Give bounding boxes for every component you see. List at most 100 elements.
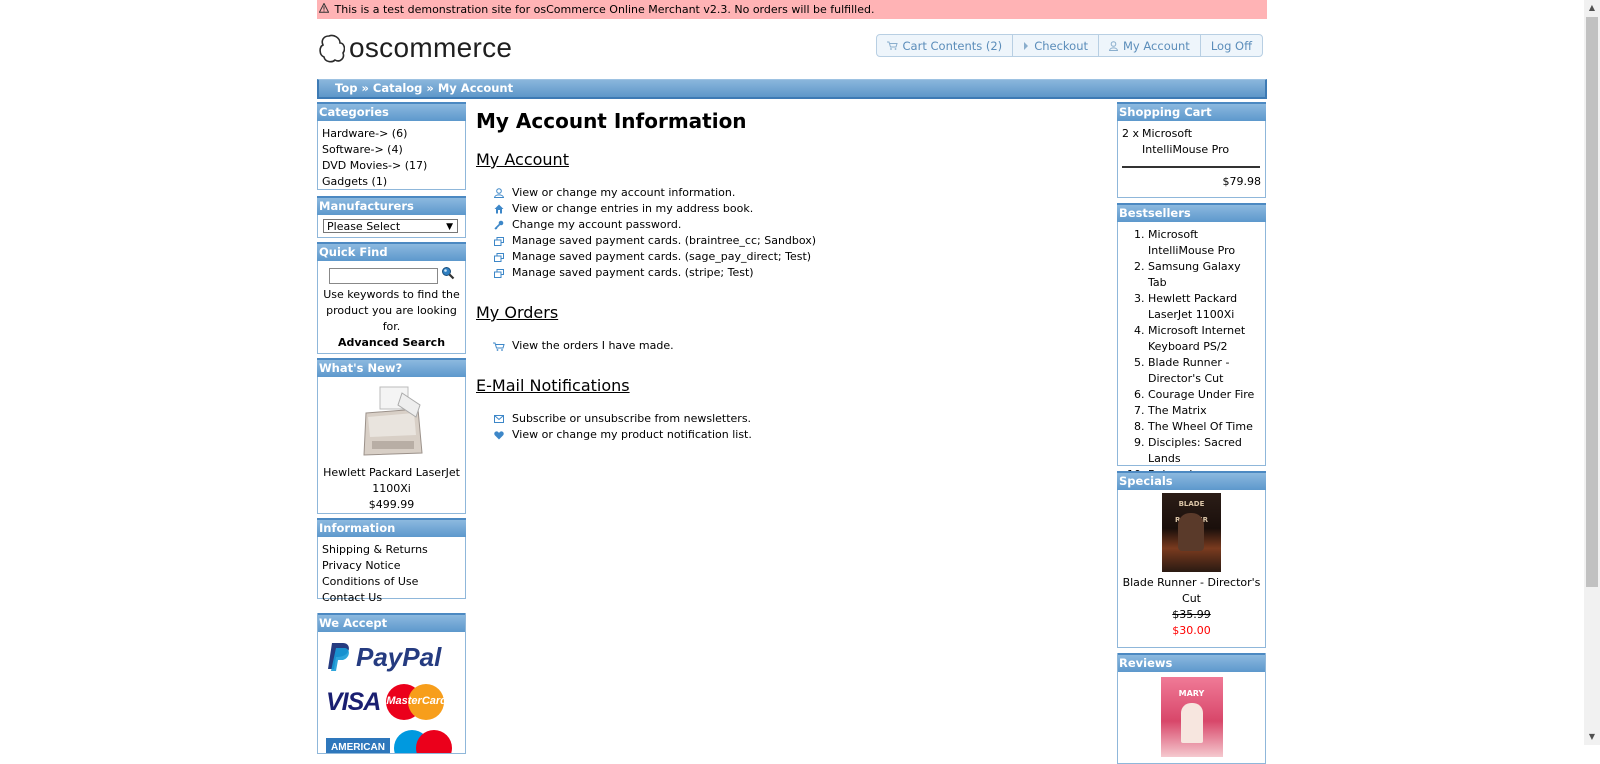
demo-notice-text: This is a test demonstration site for os… [334, 3, 875, 16]
quick-find-title: Quick Find [317, 242, 466, 261]
bestseller-item[interactable]: The Wheel Of Time [1148, 419, 1261, 435]
bestseller-item[interactable]: Microsoft Internet Keyboard PS/2 [1148, 323, 1261, 355]
paypal-logo: PayPal [326, 640, 461, 674]
list-item[interactable]: Subscribe or unsubscribe from newsletter… [476, 411, 1116, 427]
bestseller-item[interactable]: Blade Runner - Director's Cut [1148, 355, 1261, 387]
specials-new-price: $30.00 [1172, 624, 1211, 637]
bestseller-item[interactable]: Hewlett Packard LaserJet 1100Xi [1148, 291, 1261, 323]
log-off-button[interactable]: Log Off [1201, 35, 1262, 56]
reviews-box: Reviews MARY [1117, 653, 1266, 764]
bestseller-item[interactable]: The Matrix [1148, 403, 1261, 419]
cart-contents-button[interactable]: Cart Contents (2) [877, 35, 1014, 56]
list-item[interactable]: Change my account password. [476, 217, 1116, 233]
bestsellers-list: Microsoft IntelliMouse Pro Samsung Galax… [1118, 222, 1265, 483]
account-links-list: View or change my account information. V… [476, 185, 1116, 281]
list-item[interactable]: View or change my account information. [476, 185, 1116, 201]
category-link[interactable]: Software-> (4) [322, 142, 461, 158]
information-title: Information [317, 518, 466, 537]
list-item[interactable]: View or change entries in my address boo… [476, 201, 1116, 217]
manufacturers-select[interactable]: Please Select ▼ [323, 219, 458, 233]
specials-old-price: $35.99 [1172, 608, 1211, 621]
shopping-cart-title: Shopping Cart [1117, 102, 1266, 121]
specials-product-name[interactable]: Blade Runner - Director's Cut [1122, 575, 1261, 607]
manufacturers-title: Manufacturers [317, 196, 466, 215]
orders-links-list: View the orders I have made. [476, 338, 1116, 354]
page-scrollbar[interactable]: ▲ ▼ [1584, 0, 1600, 745]
bestseller-item[interactable]: Microsoft IntelliMouse Pro [1148, 227, 1261, 259]
reviews-poster-text: MARY [1178, 689, 1205, 698]
category-link[interactable]: DVD Movies-> (17) [322, 158, 461, 174]
advanced-search-link[interactable]: Advanced Search [322, 335, 461, 351]
amex-label: AMERICAN [331, 742, 385, 753]
newwin-icon [493, 252, 505, 262]
scrollbar-thumb[interactable] [1586, 17, 1598, 587]
person-icon [493, 188, 505, 198]
list-item[interactable]: Manage saved payment cards. (sage_pay_di… [476, 249, 1116, 265]
information-box: Information Shipping & Returns Privacy N… [317, 518, 466, 604]
categories-box: Categories Hardware-> (6) Software-> (4)… [317, 102, 466, 190]
whats-new-box: What's New? Hewlett Packard LaserJet 110… [317, 358, 466, 514]
payment-cards-link: Manage saved payment cards. (stripe; Tes… [512, 266, 754, 279]
dropdown-arrow-icon: ▼ [446, 222, 453, 232]
search-icon[interactable] [441, 266, 455, 280]
cart-contents-label: Cart Contents (2) [902, 38, 1003, 53]
payment-cards-link: Manage saved payment cards. (braintree_c… [512, 234, 817, 247]
checkout-label: Checkout [1034, 38, 1088, 53]
payment-cards-link: Manage saved payment cards. (sage_pay_di… [512, 250, 812, 263]
bestseller-item[interactable]: Disciples: Sacred Lands [1148, 435, 1261, 467]
amex-logo: AMERICAN [326, 738, 390, 753]
bestsellers-box: Bestsellers Microsoft IntelliMouse Pro S… [1117, 203, 1266, 481]
heart-icon [493, 430, 505, 440]
my-orders-heading: My Orders [476, 303, 559, 322]
store-logo[interactable]: oscommerce [319, 30, 512, 66]
we-accept-title: We Accept [318, 613, 465, 632]
newwin-icon [493, 236, 505, 246]
newsletters-link: Subscribe or unsubscribe from newsletter… [512, 412, 752, 425]
whats-new-title: What's New? [317, 358, 466, 377]
list-item[interactable]: Manage saved payment cards. (braintree_c… [476, 233, 1116, 249]
header-nav: Cart Contents (2) Checkout My Account Lo… [875, 34, 1263, 57]
cart-icon [493, 342, 505, 351]
demo-notice: This is a test demonstration site for os… [317, 0, 1267, 19]
order-history-link: View the orders I have made. [512, 339, 674, 352]
whats-new-product-name[interactable]: Hewlett Packard LaserJet 1100Xi [322, 465, 461, 497]
specials-product-image[interactable]: BLADE RUNNER [1162, 493, 1221, 572]
warning-icon [318, 0, 331, 19]
email-notifications-heading: E-Mail Notifications [476, 376, 630, 395]
visa-logo: VISA [326, 687, 381, 716]
info-link-contact[interactable]: Contact Us [322, 590, 461, 606]
list-item[interactable]: View or change my product notification l… [476, 427, 1116, 443]
info-link-conditions[interactable]: Conditions of Use [322, 574, 461, 590]
my-account-heading: My Account [476, 150, 569, 169]
category-link[interactable]: Hardware-> (6) [322, 126, 461, 142]
checkout-button[interactable]: Checkout [1013, 35, 1099, 56]
list-item[interactable]: View the orders I have made. [476, 338, 1116, 354]
bestseller-item[interactable]: Samsung Galaxy Tab [1148, 259, 1261, 291]
breadcrumb: Top » Catalog » My Account [317, 79, 1267, 99]
my-account-button[interactable]: My Account [1099, 35, 1201, 56]
info-link-shipping[interactable]: Shipping & Returns [322, 542, 461, 558]
reviews-product-image[interactable]: MARY [1160, 677, 1223, 757]
scroll-down-arrow-icon[interactable]: ▼ [1584, 729, 1600, 745]
cart-item-name-line1: Microsoft [1142, 127, 1193, 140]
maestro-logo [394, 730, 452, 753]
list-item[interactable]: Manage saved payment cards. (stripe; Tes… [476, 265, 1116, 281]
cart-total: $79.98 [1222, 175, 1262, 188]
category-link[interactable]: Gadgets (1) [322, 174, 461, 190]
address-book-link: View or change entries in my address boo… [512, 202, 754, 215]
product-image-printer[interactable] [356, 383, 428, 463]
we-accept-box: We Accept PayPal VISA MasterCard AMERICA… [317, 613, 466, 754]
cart-item[interactable]: 2 x Microsoft IntelliMouse Pro [1122, 126, 1261, 158]
cart-divider [1122, 166, 1260, 168]
bestseller-item[interactable]: Courage Under Fire [1148, 387, 1261, 403]
quick-find-box: Quick Find Use keywords to find the prod… [317, 242, 466, 354]
scroll-up-arrow-icon[interactable]: ▲ [1584, 0, 1600, 16]
quick-find-input[interactable] [328, 268, 438, 284]
info-link-privacy[interactable]: Privacy Notice [322, 558, 461, 574]
cart-icon [886, 41, 898, 50]
reviews-title: Reviews [1118, 653, 1265, 672]
main-content: My Account Information My Account View o… [476, 102, 1116, 443]
breadcrumb-text[interactable]: Top » Catalog » My Account [319, 81, 513, 95]
logo-text: oscommerce [349, 32, 513, 63]
newwin-icon [493, 268, 505, 278]
